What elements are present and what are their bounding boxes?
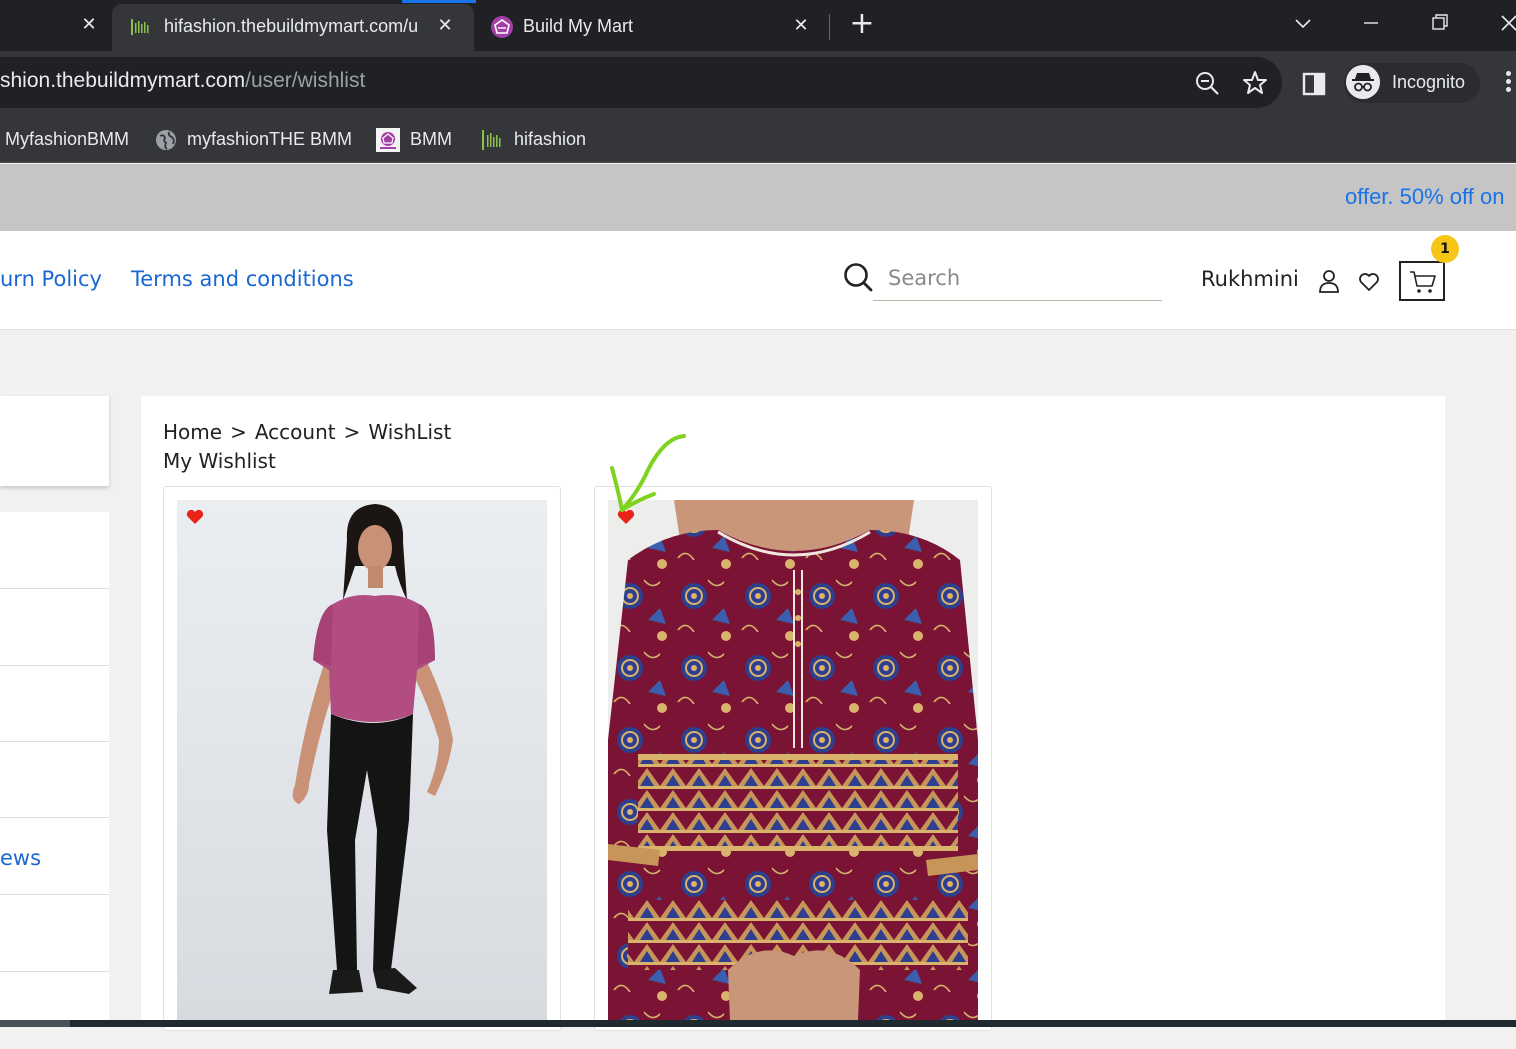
sidebar-item[interactable]: [0, 665, 109, 742]
breadcrumb-home[interactable]: Home: [163, 420, 222, 444]
bookmark-myfashionbmm[interactable]: MyfashionBMM: [5, 125, 129, 153]
breadcrumb-separator: >: [230, 420, 247, 444]
sidebar-item-reviews[interactable]: ews: [0, 818, 109, 895]
sidebar-item[interactable]: [0, 589, 109, 666]
wishlist-heart-icon[interactable]: [186, 509, 204, 525]
tab-build-my-mart[interactable]: Build My Mart ✕: [474, 4, 830, 51]
account-profile-card: [0, 396, 109, 486]
wishlist-product-card[interactable]: [594, 486, 992, 1031]
url-path: /user/wishlist: [245, 69, 366, 92]
bmm-logo-icon: [376, 128, 400, 153]
bookmark-bmm[interactable]: BMM: [376, 125, 452, 153]
product-image[interactable]: [177, 500, 547, 1020]
sidebar-item-label: ews: [0, 846, 42, 870]
restore-icon[interactable]: [1425, 8, 1455, 38]
tab-title: hifashion.thebuildmymart.com/u: [164, 16, 419, 36]
taskbar-edge: [0, 1020, 1516, 1027]
user-name[interactable]: Rukhmini: [1201, 267, 1299, 291]
user-account-icon[interactable]: [1318, 269, 1340, 293]
tab-loading-bar: [402, 0, 476, 3]
bookmark-label: MyfashionBMM: [5, 129, 130, 149]
tab-close-button[interactable]: ✕: [79, 14, 99, 36]
account-sidebar-menu: ews: [0, 512, 109, 1027]
nav-return-policy[interactable]: urn Policy: [0, 267, 102, 291]
cart-count-badge: 1: [1431, 235, 1459, 263]
bookmark-label: BMM: [410, 129, 452, 149]
incognito-label: Incognito: [1392, 72, 1466, 92]
tab-search-chevron-icon[interactable]: [1288, 8, 1318, 38]
bookmark-myfashionthe-bmm[interactable]: myfashionTHE BMM: [155, 125, 352, 153]
zoom-icon[interactable]: [1193, 69, 1221, 97]
tab-close-button[interactable]: ✕: [434, 14, 456, 38]
hifashion-favicon-icon: [131, 19, 149, 35]
window-close-icon[interactable]: [1494, 8, 1516, 38]
page-title: My Wishlist: [163, 449, 276, 473]
browser-toolbar: shion.thebuildmymart.com/user/wishlist I…: [0, 51, 1516, 115]
build-my-mart-favicon-icon: [491, 16, 513, 38]
wishlist-panel: Home > Account > WishList My Wishlist: [141, 396, 1445, 1031]
breadcrumb-account[interactable]: Account: [255, 420, 336, 444]
promo-text: offer. 50% off on: [1345, 184, 1505, 209]
breadcrumb-separator: >: [343, 420, 361, 444]
bookmark-hifashion[interactable]: hifashion: [480, 125, 586, 153]
wishlist-product-card[interactable]: [163, 486, 561, 1031]
sidebar-item[interactable]: [0, 895, 109, 972]
search-icon[interactable]: [842, 261, 874, 293]
url-text[interactable]: shion.thebuildmymart.com/user/wishlist: [0, 69, 365, 93]
bookmark-star-icon[interactable]: [1241, 69, 1269, 97]
bookmark-label: myfashionTHE BMM: [187, 129, 353, 149]
wishlist-heart-icon[interactable]: [617, 509, 635, 525]
tab-divider: [829, 14, 830, 40]
browser-tabstrip: ✕ hifashion.thebuildmymart.com/u ✕ Build…: [0, 0, 1516, 51]
hifashion-favicon-icon: [482, 130, 501, 151]
tab-close-button[interactable]: ✕: [790, 14, 812, 38]
search-input[interactable]: [873, 255, 1162, 301]
sidebar-item[interactable]: [0, 512, 109, 589]
wishlist-heart-icon[interactable]: [1358, 271, 1380, 293]
minimize-icon[interactable]: [1356, 8, 1386, 38]
sidebar-item[interactable]: [0, 741, 109, 818]
tab-title: Build My Mart: [523, 16, 634, 36]
sidebar-item[interactable]: [0, 972, 109, 1049]
url-host: shion.thebuildmymart.com: [0, 69, 246, 92]
address-bar[interactable]: shion.thebuildmymart.com/user/wishlist: [0, 57, 1282, 108]
breadcrumb-wishlist[interactable]: WishList: [368, 420, 451, 444]
browser-menu-icon[interactable]: [1500, 71, 1516, 97]
cart-button[interactable]: [1399, 261, 1445, 301]
bookmark-label: hifashion: [514, 129, 587, 149]
cart-icon: [1410, 271, 1436, 293]
side-panel-icon[interactable]: [1301, 70, 1329, 98]
promo-banner: offer. 50% off on: [0, 164, 1516, 231]
product-image[interactable]: [608, 500, 978, 1020]
site-header: urn Policy Terms and conditions Rukhmini: [0, 231, 1516, 330]
breadcrumb: Home > Account > WishList: [163, 420, 451, 444]
incognito-icon: [1346, 65, 1380, 99]
new-tab-button[interactable]: +: [848, 9, 876, 40]
globe-icon: [156, 130, 176, 151]
tab-hifashion[interactable]: hifashion.thebuildmymart.com/u ✕: [112, 0, 476, 51]
incognito-profile-button[interactable]: Incognito: [1344, 63, 1480, 103]
bookmarks-bar: MyfashionBMM myfashionTHE BMM BMM hifash…: [0, 115, 1516, 163]
nav-terms-and-conditions[interactable]: Terms and conditions: [131, 267, 354, 291]
